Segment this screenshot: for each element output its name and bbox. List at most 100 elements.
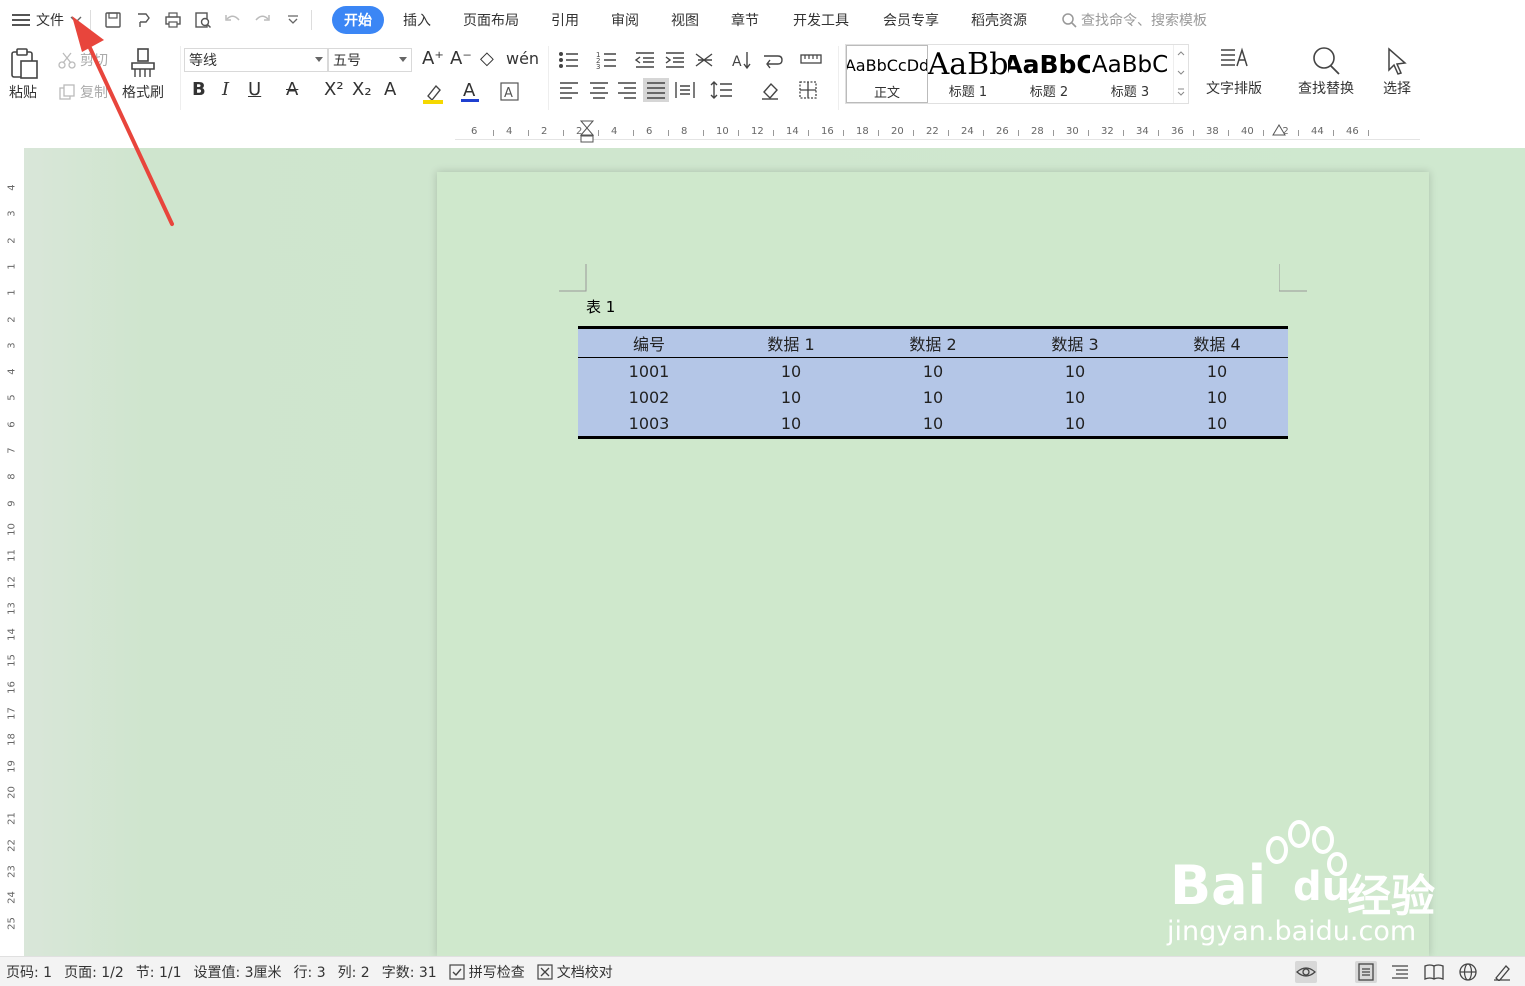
table-header-cell[interactable]: 数据 3 [1004, 327, 1146, 358]
grow-font-icon[interactable]: A⁺ [422, 49, 444, 69]
table-cell[interactable]: 10 [1004, 410, 1146, 438]
reading-view-icon[interactable] [1423, 961, 1445, 983]
eye-protection-icon[interactable] [1295, 961, 1317, 983]
data-table[interactable]: 编号 数据 1 数据 2 数据 3 数据 4 1001 10 10 10 10 … [578, 326, 1288, 439]
style-heading-2[interactable]: AaBbC 标题 2 [1008, 45, 1090, 103]
copy-button[interactable]: 复制 [58, 82, 108, 102]
decrease-indent-icon[interactable] [634, 50, 656, 74]
status-col[interactable]: 列: 2 [338, 962, 370, 982]
table-header-cell[interactable]: 数据 4 [1146, 327, 1288, 358]
font-size-select[interactable]: 五号 [328, 48, 412, 72]
command-search[interactable]: 查找命令、搜索模板 [1061, 10, 1207, 30]
redo-icon[interactable] [253, 10, 273, 30]
tab-references[interactable]: 引用 [551, 10, 579, 30]
align-center-icon[interactable] [588, 80, 610, 104]
justify-icon[interactable] [643, 78, 669, 102]
style-heading-1[interactable]: AaBb 标题 1 [928, 45, 1008, 103]
status-page[interactable]: 页面: 1/2 [64, 962, 124, 982]
table-cell[interactable]: 1001 [578, 357, 720, 384]
font-name-select[interactable]: 等线 [184, 48, 328, 72]
table-header-cell[interactable]: 数据 2 [862, 327, 1004, 358]
status-page-code[interactable]: 页码: 1 [6, 962, 52, 982]
cut-button[interactable]: 剪切 [58, 50, 108, 70]
style-normal[interactable]: AaBbCcDd 正文 [846, 45, 928, 103]
indent-marker-icon[interactable] [580, 120, 594, 144]
file-menu-button[interactable]: 文件 [12, 0, 82, 40]
undo-icon[interactable] [223, 10, 243, 30]
tab-review[interactable]: 审阅 [611, 10, 639, 30]
spell-check-button[interactable]: 拼写检查 [449, 962, 525, 982]
phonetic-guide-icon[interactable]: wén [506, 49, 539, 69]
shading-icon[interactable] [760, 80, 786, 104]
font-color-icon[interactable]: A [460, 80, 482, 108]
table-cell[interactable]: 10 [1146, 384, 1288, 410]
table-cell[interactable]: 10 [720, 410, 862, 438]
output-icon[interactable] [133, 10, 153, 30]
char-border-icon[interactable]: A [500, 82, 520, 106]
numbering-icon[interactable]: 123 [596, 50, 624, 74]
table-cell[interactable]: 1002 [578, 384, 720, 410]
style-gallery-scroll[interactable] [1173, 45, 1188, 103]
distributed-icon[interactable] [674, 80, 696, 104]
tab-insert[interactable]: 插入 [403, 10, 431, 30]
text-layout-button[interactable]: 文字排版 [1206, 46, 1262, 98]
write-mode-icon[interactable] [1491, 961, 1513, 983]
underline-icon[interactable]: U [248, 80, 261, 100]
tab-ruler-icon[interactable] [800, 50, 822, 74]
highlight-icon[interactable] [422, 82, 446, 108]
bold-icon[interactable]: B [192, 80, 206, 100]
status-word-count[interactable]: 字数: 31 [382, 962, 437, 982]
align-left-icon[interactable] [558, 80, 580, 104]
horizontal-ruler[interactable]: 6 4 2 2 4 6 8 10 12 14 16 18 20 22 24 26 28 30 32 34 36 38 40 4… [0, 118, 1525, 148]
bullets-icon[interactable] [558, 50, 586, 74]
tab-page-layout[interactable]: 页面布局 [463, 10, 519, 30]
tab-chapter[interactable]: 章节 [731, 10, 759, 30]
web-view-icon[interactable] [1457, 961, 1479, 983]
table-cell[interactable]: 10 [1146, 410, 1288, 438]
format-painter-button[interactable]: 格式刷 [122, 46, 164, 102]
subscript-icon[interactable]: X₂ [352, 80, 372, 100]
line-break-icon[interactable] [762, 50, 790, 74]
tab-docer[interactable]: 稻壳资源 [971, 10, 1027, 30]
italic-icon[interactable]: I [222, 80, 229, 100]
table-header-cell[interactable]: 数据 1 [720, 327, 862, 358]
vertical-ruler[interactable]: 4 3 2 1 1 2 3 4 5 6 7 8 9 10 11 12 13 14 15 16 17 18 19 20 21 22 2… [0, 148, 24, 956]
borders-icon[interactable] [798, 80, 828, 104]
sort-icon[interactable]: A [732, 50, 754, 74]
table-cell[interactable]: 1003 [578, 410, 720, 438]
table-cell[interactable]: 10 [1004, 357, 1146, 384]
customize-toolbar-icon[interactable] [283, 10, 303, 30]
save-icon[interactable] [103, 10, 123, 30]
style-heading-3[interactable]: AaBbC 标题 3 [1090, 45, 1170, 103]
table-cell[interactable]: 10 [862, 410, 1004, 438]
table-cell[interactable]: 10 [1004, 384, 1146, 410]
tab-home[interactable]: 开始 [332, 6, 384, 34]
page-view-icon[interactable] [1355, 961, 1377, 983]
outline-view-icon[interactable] [1389, 961, 1411, 983]
right-indent-marker-icon[interactable] [1272, 122, 1286, 136]
align-right-icon[interactable] [616, 80, 638, 104]
print-preview-icon[interactable] [193, 10, 213, 30]
paste-button[interactable]: 粘贴 [6, 46, 40, 102]
table-cell[interactable]: 10 [862, 357, 1004, 384]
line-spacing-icon[interactable] [710, 80, 740, 104]
print-icon[interactable] [163, 10, 183, 30]
tab-member[interactable]: 会员专享 [883, 10, 939, 30]
text-effect-icon[interactable]: A [384, 80, 396, 100]
table-header-cell[interactable]: 编号 [578, 327, 720, 358]
status-setting[interactable]: 设置值: 3厘米 [193, 962, 281, 982]
doc-proof-button[interactable]: 文档校对 [537, 962, 613, 982]
chinese-layout-icon[interactable] [694, 50, 722, 74]
find-replace-button[interactable]: 查找替换 [1298, 46, 1354, 98]
tab-view[interactable]: 视图 [671, 10, 699, 30]
shrink-font-icon[interactable]: A⁻ [450, 49, 472, 69]
table-cell[interactable]: 10 [862, 384, 1004, 410]
clear-format-icon[interactable]: ◇ [480, 49, 494, 69]
table-cell[interactable]: 10 [720, 384, 862, 410]
superscript-icon[interactable]: X² [324, 80, 344, 100]
tab-developer[interactable]: 开发工具 [793, 10, 849, 30]
table-caption[interactable]: 表 1 [586, 296, 615, 317]
table-cell[interactable]: 10 [720, 357, 862, 384]
status-section[interactable]: 节: 1/1 [136, 962, 182, 982]
select-button[interactable]: 选择 [1380, 46, 1414, 98]
